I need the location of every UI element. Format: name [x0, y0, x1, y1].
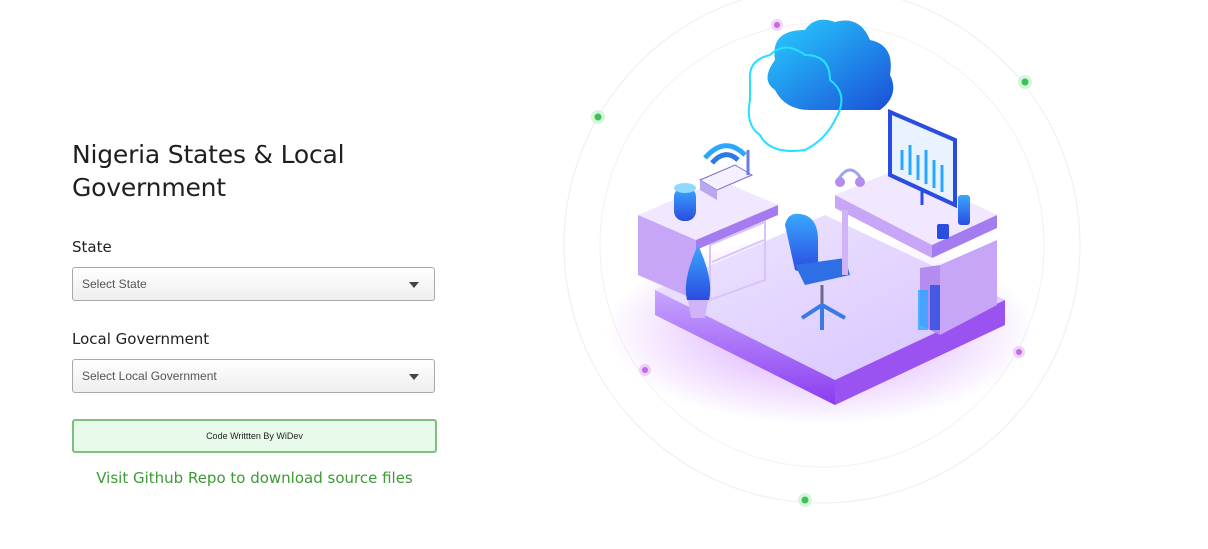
- state-label: State: [72, 238, 112, 256]
- bottle-icon: [958, 195, 970, 225]
- cloud-icon: [747, 19, 894, 152]
- office-illustration: [563, 0, 1081, 507]
- state-select[interactable]: Select State: [72, 267, 435, 301]
- headset-icon: [835, 168, 865, 187]
- lga-label: Local Government: [72, 330, 210, 348]
- lga-select-value: Select Local Government: [82, 369, 217, 383]
- lga-select[interactable]: Select Local Government: [72, 359, 435, 393]
- state-select-value: Select State: [82, 277, 147, 291]
- form-panel: Nigeria States & Local Government State …: [72, 138, 437, 487]
- cup-icon: [937, 224, 949, 239]
- credit-button[interactable]: Code Writtten By WiDev: [72, 419, 437, 453]
- chevron-down-icon: [409, 282, 419, 288]
- speaker-icon: [674, 183, 696, 221]
- github-repo-link[interactable]: Visit Github Repo to download source fil…: [72, 469, 437, 487]
- chevron-down-icon: [409, 374, 419, 380]
- page-title: Nigeria States & Local Government: [72, 140, 345, 202]
